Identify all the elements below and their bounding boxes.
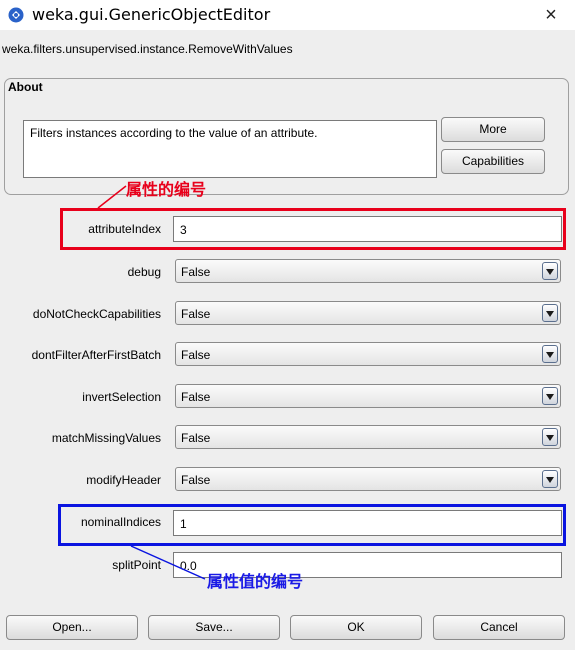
attribute-index-annotation: 属性的编号 (126, 180, 207, 199)
window-title: weka.gui.GenericObjectEditor (32, 5, 271, 24)
annotation-leader-lines (97, 185, 206, 580)
blue-leader-line (130, 545, 206, 580)
title-bar: weka.gui.GenericObjectEditor × (0, 0, 575, 30)
editor-panel: weka.filters.unsupervised.instance.Remov… (0, 30, 575, 650)
close-icon[interactable]: × (539, 3, 563, 27)
weka-app-icon (8, 7, 24, 23)
red-leader-line (97, 185, 127, 209)
nominal-indices-annotation: 属性值的编号 (207, 572, 304, 591)
